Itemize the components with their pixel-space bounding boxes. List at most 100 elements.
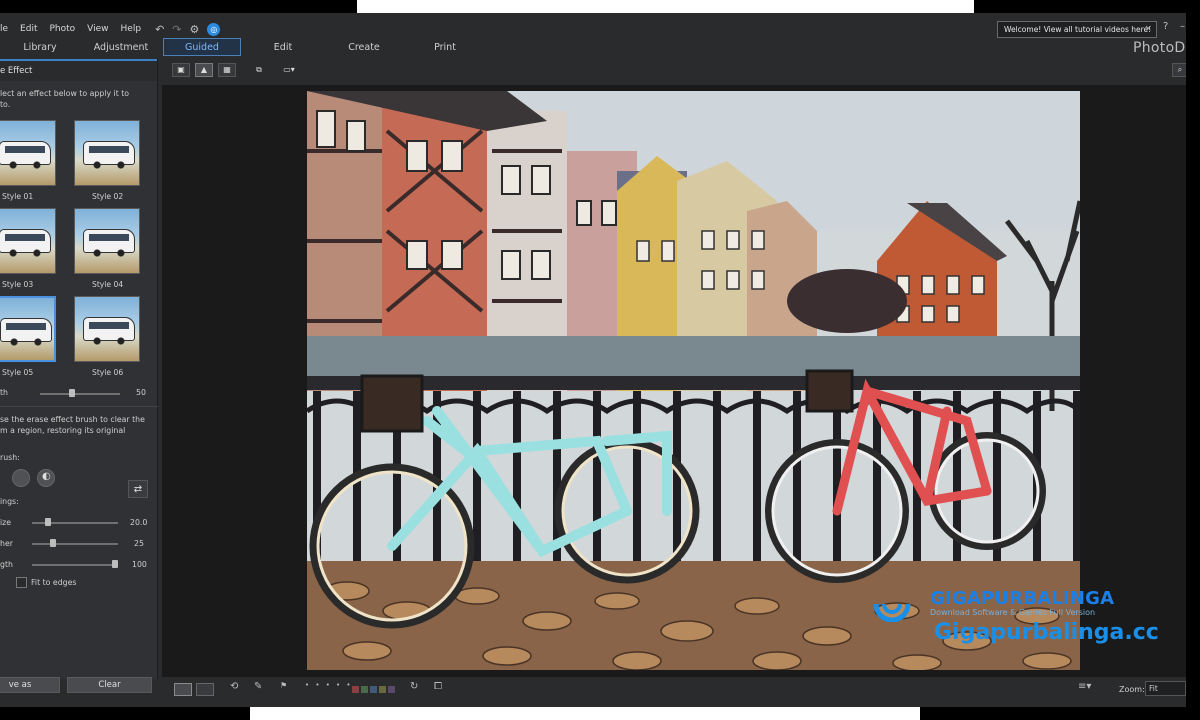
menu-photo[interactable]: Photo: [43, 24, 81, 34]
strength-slider-knob[interactable]: [69, 389, 75, 397]
size-slider-knob[interactable]: [45, 518, 51, 526]
minimize-button[interactable]: –: [1180, 21, 1185, 32]
style-thumb-04[interactable]: [74, 208, 140, 274]
watermark-subtitle: Download Software & Games Full Version: [930, 608, 1096, 617]
split-view-button[interactable]: [196, 683, 214, 696]
tab-library[interactable]: Library: [0, 38, 80, 56]
viewer-button[interactable]: ▲: [195, 63, 213, 77]
style-label-02: Style 02: [92, 192, 124, 201]
erase-instruction-2: m a region, restoring its original: [0, 426, 126, 435]
rotate-icon[interactable]: ↻: [410, 682, 418, 692]
panel-divider: [0, 406, 158, 407]
feather-label: her: [0, 539, 13, 548]
search-icon: ⌕: [1177, 65, 1183, 74]
swap-brush-button[interactable]: ⇄: [128, 480, 148, 498]
list-menu-icon[interactable]: ≡▾: [1078, 682, 1091, 692]
menu-file[interactable]: le: [0, 24, 14, 34]
close-icon[interactable]: ×: [1144, 24, 1152, 34]
frame-right: [1186, 0, 1200, 720]
tab-adjustment[interactable]: Adjustment: [82, 38, 160, 56]
save-as-button[interactable]: ve as: [0, 677, 60, 693]
notification-icon[interactable]: ◎: [207, 22, 221, 36]
tab-print[interactable]: Print: [406, 38, 484, 56]
label-color-yellow[interactable]: [379, 686, 386, 693]
single-view-button[interactable]: [174, 683, 192, 696]
frame-bottom-right: [920, 707, 1200, 720]
style-label-06: Style 06: [92, 368, 124, 377]
redo-icon[interactable]: ↷: [172, 24, 181, 35]
menu-help[interactable]: Help: [115, 24, 148, 34]
browser-view-button[interactable]: ▣: [172, 63, 190, 77]
help-button[interactable]: ?: [1163, 21, 1168, 32]
style-thumb-05[interactable]: [0, 296, 56, 362]
bus-image: [83, 317, 135, 345]
size-value: 20.0: [130, 518, 148, 527]
bus-image: [83, 229, 135, 257]
feather-slider-knob[interactable]: [50, 539, 56, 547]
display-button[interactable]: ▭▾: [278, 63, 300, 77]
app-brand: PhotoDi: [1133, 40, 1186, 56]
grid-icon: ▦: [223, 65, 231, 74]
bus-image: [0, 229, 51, 257]
crop-icon[interactable]: ⧠: [434, 682, 442, 692]
feather-value: 25: [134, 539, 144, 548]
frame-top-right: [974, 0, 1200, 13]
compare-button[interactable]: ⧉: [250, 63, 268, 77]
flag-icon[interactable]: ⚑: [280, 682, 287, 690]
rating-dots[interactable]: • • • • •: [305, 682, 353, 689]
style-label-01: Style 01: [2, 192, 34, 201]
tab-guided[interactable]: Guided: [163, 38, 241, 56]
brush-icon: ◐: [42, 471, 51, 482]
label-color-red[interactable]: [352, 686, 359, 693]
bottom-toolbar: ⟲ ✎ ⚑ • • • • • ↻ ⧠ ≡▾ Zoom: Fit: [162, 677, 1186, 707]
watermark-title: GIGAPURBALINGA: [930, 588, 1115, 609]
undo-icon[interactable]: ↶: [155, 24, 164, 35]
brush-round-button[interactable]: [12, 469, 30, 487]
gear-icon[interactable]: ⚙: [190, 24, 200, 35]
brush-tool-icon[interactable]: ✎: [254, 682, 262, 692]
label-color-purple[interactable]: [388, 686, 395, 693]
search-button[interactable]: ⌕: [1172, 63, 1186, 77]
style-label-04: Style 04: [92, 280, 124, 289]
browser-view-icon: ▣: [177, 65, 185, 74]
style-thumb-02[interactable]: [74, 120, 140, 186]
menu-view[interactable]: View: [81, 24, 114, 34]
size-label: ize: [0, 518, 12, 527]
label-color-green[interactable]: [361, 686, 368, 693]
frame-bottom-left: [0, 707, 250, 720]
style-label-05: Style 05: [2, 368, 34, 377]
settings-label: ings:: [0, 497, 19, 506]
bus-image: [0, 318, 52, 346]
label-color-blue[interactable]: [370, 686, 377, 693]
strength2-slider[interactable]: [32, 564, 118, 566]
edited-photo[interactable]: [307, 91, 1080, 670]
effect-panel: e Effect lect an effect below to apply i…: [0, 59, 158, 693]
style-label-03: Style 03: [2, 280, 34, 289]
instruction-line-2: to.: [0, 100, 11, 109]
zoom-label: Zoom:: [1119, 685, 1145, 694]
strength2-slider-knob[interactable]: [112, 560, 118, 568]
feather-slider[interactable]: [32, 543, 118, 545]
zoom-select[interactable]: Fit: [1145, 681, 1186, 696]
style-thumb-01[interactable]: [0, 120, 56, 186]
menu-edit[interactable]: Edit: [14, 24, 43, 34]
brush-erase-button[interactable]: ◐: [37, 469, 55, 487]
strength-slider[interactable]: [40, 393, 120, 395]
fit-to-edges-checkbox[interactable]: [16, 577, 27, 588]
watermark-logo-icon: [873, 603, 911, 622]
monitor-icon: ▭▾: [283, 65, 295, 74]
module-tabs: Library Adjustment Guided Edit Create Pr…: [0, 38, 1186, 58]
tab-create[interactable]: Create: [325, 38, 403, 56]
tab-edit[interactable]: Edit: [244, 38, 322, 56]
swap-icon: ⇄: [133, 483, 143, 495]
instruction-line-1: lect an effect below to apply it to: [0, 89, 130, 98]
tutorial-banner[interactable]: Welcome! View all tutorial videos here! …: [997, 21, 1157, 38]
erase-instruction-1: se the erase effect brush to clear the: [0, 415, 145, 424]
style-thumb-03[interactable]: [0, 208, 56, 274]
rotate-left-icon[interactable]: ⟲: [230, 682, 238, 692]
strength-label: th: [0, 388, 8, 397]
clear-button[interactable]: Clear: [67, 677, 152, 693]
grid-view-button[interactable]: ▦: [218, 63, 236, 77]
style-thumb-06[interactable]: [74, 296, 140, 362]
tutorial-text: Welcome! View all tutorial videos here!: [1004, 25, 1152, 34]
